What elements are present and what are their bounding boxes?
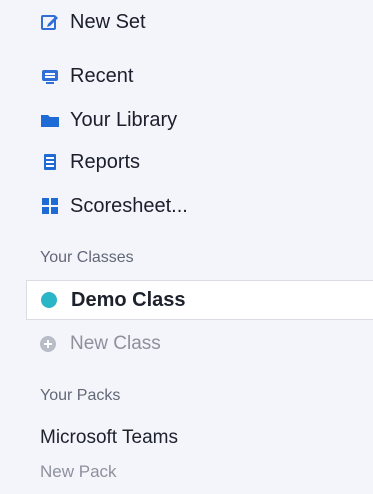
edit-square-icon [40,12,60,32]
sidebar: New Set Recent Your Library Reports Scor… [0,0,373,494]
class-item-demo[interactable]: Demo Class [26,280,373,320]
pack-item-label: Microsoft Teams [40,427,178,448]
nav-reports[interactable]: Reports [0,142,373,182]
nav-new-set-label: New Set [70,10,146,33]
class-item-label: Demo Class [71,288,186,311]
nav-new-set[interactable]: New Set [0,2,373,42]
monitor-icon [40,66,60,86]
nav-scoresheet-label: Scoresheet... [70,194,188,217]
grid-icon [40,196,60,216]
nav-recent[interactable]: Recent [0,56,373,96]
new-class-label: New Class [70,333,161,354]
document-list-icon [40,152,60,172]
new-pack-button[interactable]: New Pack [0,452,373,492]
new-pack-label: New Pack [40,462,117,481]
class-color-dot [41,292,57,308]
nav-your-library-label: Your Library [70,108,178,131]
packs-heading: Your Packs [40,387,121,404]
new-class-button[interactable]: New Class [0,324,373,364]
classes-heading: Your Classes [40,249,134,266]
nav-recent-label: Recent [70,64,134,87]
folder-icon [40,110,60,130]
nav-scoresheet[interactable]: Scoresheet... [0,186,373,226]
plus-circle-icon [40,336,56,352]
nav-your-library[interactable]: Your Library [0,100,373,140]
nav-reports-label: Reports [70,150,141,173]
